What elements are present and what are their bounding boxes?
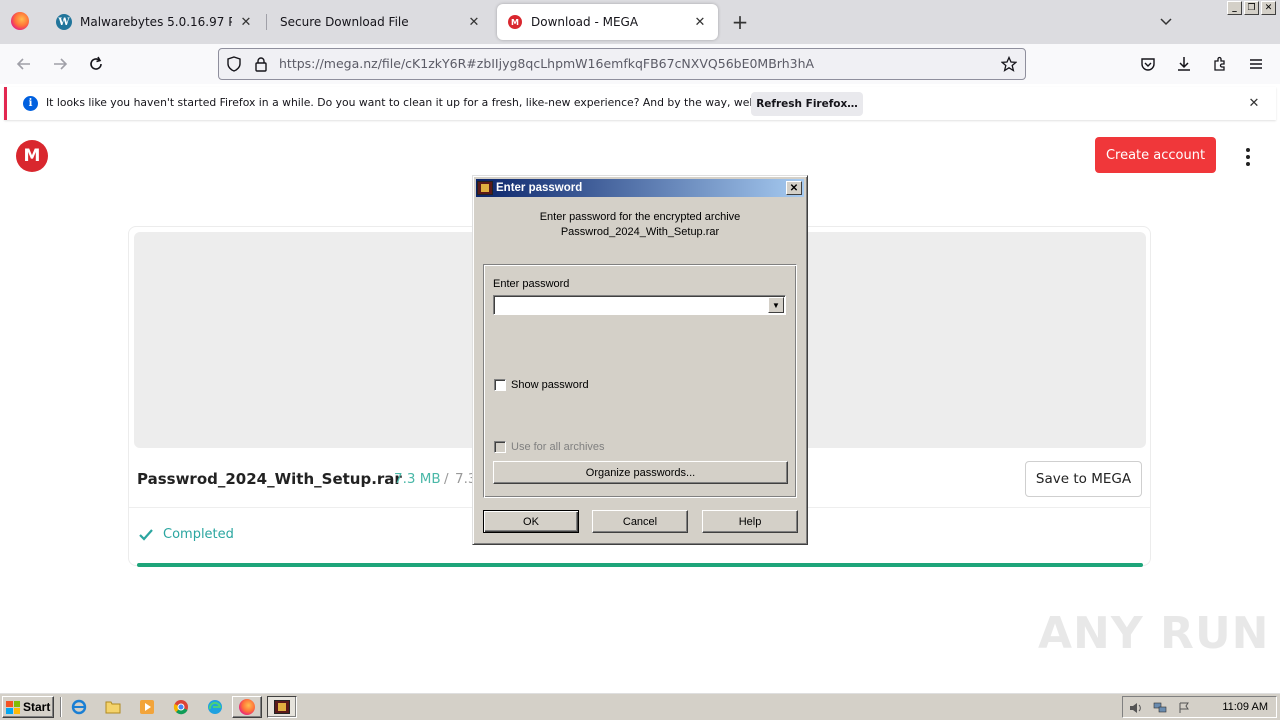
use-for-all-checkbox — [494, 441, 506, 453]
internet-explorer-icon[interactable] — [70, 698, 88, 716]
file-name: Passwrod_2024_With_Setup.rar — [137, 470, 402, 488]
flag-icon[interactable] — [1177, 701, 1191, 715]
save-to-mega-button[interactable]: Save to MEGA — [1025, 461, 1142, 497]
file-size-downloaded: 7.3 MB — [394, 471, 441, 487]
tab-label: Secure Download File — [280, 15, 409, 29]
winrar-icon — [274, 700, 290, 714]
organize-passwords-button[interactable]: Organize passwords... — [493, 461, 788, 484]
media-player-icon[interactable] — [138, 698, 156, 716]
firefox-icon — [239, 699, 255, 715]
downloads-icon[interactable] — [1172, 52, 1196, 76]
extensions-icon[interactable] — [1208, 52, 1232, 76]
dialog-title: Enter password — [496, 182, 583, 194]
notification-bar: i It looks like you haven't started Fire… — [4, 87, 1276, 120]
archive-name: Passwrod_2024_With_Setup.rar — [560, 226, 720, 238]
password-label: Enter password — [493, 278, 570, 290]
mega-icon: M — [507, 14, 523, 30]
taskbar-winrar[interactable] — [267, 696, 297, 718]
download-progress-fill — [137, 563, 1143, 567]
taskbar-firefox[interactable] — [232, 696, 262, 718]
use-for-all-label: Use for all archives — [511, 441, 605, 453]
taskbar: Start 11:09 AM — [0, 692, 1280, 720]
cancel-button[interactable]: Cancel — [592, 510, 688, 533]
back-arrow-icon[interactable] — [12, 52, 36, 76]
chevron-down-icon[interactable]: ▼ — [768, 297, 784, 313]
dialog-message-line: Enter password for the encrypted archive — [539, 211, 741, 223]
dialog-message: Enter password for the encrypted archive… — [473, 210, 807, 240]
file-size-separator: / — [444, 471, 449, 487]
anyrun-watermark: ANY RUN — [1038, 608, 1270, 659]
close-icon[interactable]: ✕ — [1246, 95, 1262, 111]
download-status: Completed — [163, 527, 234, 542]
close-icon[interactable]: ✕ — [692, 14, 708, 30]
new-tab-icon[interactable]: + — [730, 10, 750, 34]
tab-label: Malwarebytes 5.0.16.97 Premium — [80, 15, 232, 29]
window-controls: _ ❐ ✕ — [1227, 1, 1276, 15]
firefox-icon[interactable] — [11, 12, 29, 30]
network-icon[interactable] — [1153, 701, 1167, 715]
tab-strip: W Malwarebytes 5.0.16.97 Premium ✕ Secur… — [0, 0, 1280, 44]
ok-button[interactable]: OK — [483, 510, 579, 533]
reload-icon[interactable] — [84, 52, 108, 76]
show-password-checkbox[interactable] — [494, 379, 506, 391]
folder-icon[interactable] — [104, 698, 122, 716]
more-options-icon[interactable] — [1238, 145, 1258, 169]
password-group: Enter password ▼ Show password Use for a… — [483, 264, 797, 498]
system-tray: 11:09 AM — [1122, 696, 1277, 718]
url-bar[interactable]: https://mega.nz/file/cK1zkY6R#zbIIjyg8qc… — [218, 48, 1026, 80]
tab-separator — [266, 14, 267, 30]
refresh-firefox-button[interactable]: Refresh Firefox… — [751, 92, 863, 116]
enter-password-dialog: Enter password ✕ Enter password for the … — [472, 175, 808, 545]
mega-logo[interactable]: M — [16, 140, 48, 172]
star-icon[interactable] — [1001, 56, 1017, 72]
tab-label: Download - MEGA — [531, 15, 639, 29]
taskbar-separator — [60, 697, 62, 717]
lock-icon[interactable] — [253, 56, 269, 72]
volume-icon[interactable] — [1129, 701, 1143, 715]
info-icon: i — [23, 96, 38, 111]
password-input[interactable]: ▼ — [493, 295, 786, 315]
close-icon[interactable]: ✕ — [466, 14, 482, 30]
tab-mega-download[interactable]: M Download - MEGA ✕ — [497, 4, 718, 40]
winrar-icon — [477, 181, 493, 195]
tab-secure-download[interactable]: Secure Download File ✕ — [270, 4, 492, 40]
download-progress-bar — [137, 563, 1143, 567]
start-button[interactable]: Start — [2, 696, 54, 718]
windows-logo-icon — [6, 700, 20, 714]
check-icon — [139, 529, 153, 541]
show-password-label[interactable]: Show password — [511, 379, 589, 391]
close-icon[interactable]: ✕ — [238, 14, 254, 30]
notification-text: It looks like you haven't started Firefo… — [46, 96, 816, 109]
dialog-title-bar[interactable]: Enter password ✕ — [476, 179, 804, 197]
help-button[interactable]: Help — [702, 510, 798, 533]
pocket-icon[interactable] — [1136, 52, 1160, 76]
menu-icon[interactable] — [1244, 52, 1268, 76]
restore-icon[interactable]: ❐ — [1244, 1, 1259, 15]
forward-arrow-icon[interactable] — [48, 52, 72, 76]
create-account-button[interactable]: Create account — [1095, 137, 1216, 173]
chrome-icon[interactable] — [172, 698, 190, 716]
close-icon[interactable]: ✕ — [1261, 1, 1276, 15]
minimize-icon[interactable]: _ — [1227, 1, 1242, 15]
url-text[interactable]: https://mega.nz/file/cK1zkY6R#zbIIjyg8qc… — [279, 49, 814, 79]
edge-icon[interactable] — [206, 698, 224, 716]
start-label: Start — [23, 700, 51, 714]
clock: 11:09 AM — [1222, 701, 1268, 713]
close-icon[interactable]: ✕ — [786, 181, 802, 195]
shield-icon[interactable] — [226, 56, 242, 72]
tab-malwarebytes[interactable]: W Malwarebytes 5.0.16.97 Premium ✕ — [46, 4, 264, 40]
chevron-down-icon[interactable] — [1156, 12, 1176, 32]
wordpress-icon: W — [56, 14, 72, 30]
